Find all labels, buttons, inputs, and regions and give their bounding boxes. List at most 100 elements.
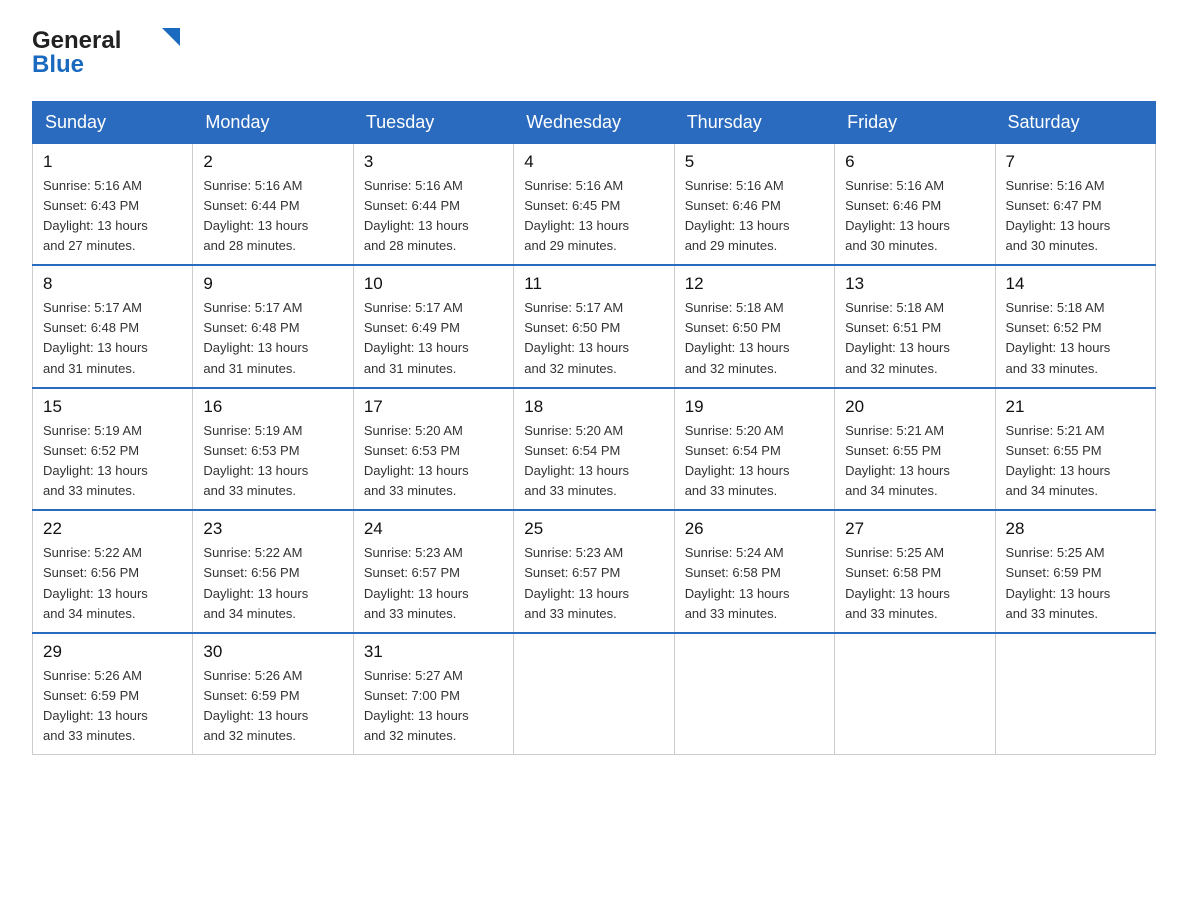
- calendar-cell: 5 Sunrise: 5:16 AMSunset: 6:46 PMDaylight…: [674, 143, 834, 265]
- day-number: 18: [524, 397, 663, 417]
- calendar-cell: 8Sunrise: 5:17 AMSunset: 6:48 PMDaylight…: [33, 265, 193, 388]
- logo: General Blue: [32, 24, 192, 81]
- day-info: Sunrise: 5:20 AMSunset: 6:53 PMDaylight:…: [364, 421, 503, 502]
- day-info: Sunrise: 5:19 AMSunset: 6:53 PMDaylight:…: [203, 421, 342, 502]
- day-info: Sunrise: 5:16 AMSunset: 6:44 PMDaylight:…: [203, 176, 342, 257]
- header-monday: Monday: [193, 101, 353, 143]
- day-info: Sunrise: 5:16 AMSunset: 6:43 PMDaylight:…: [43, 176, 182, 257]
- calendar-cell: 31 Sunrise: 5:27 AMSunset: 7:00 PMDayligh…: [353, 633, 513, 755]
- day-info: Sunrise: 5:17 AMSunset: 6:49 PMDaylight:…: [364, 298, 503, 379]
- day-info: Sunrise: 5:18 AMSunset: 6:52 PMDaylight:…: [1006, 298, 1145, 379]
- day-number: 3: [364, 152, 503, 172]
- day-info: Sunrise: 5:16 AMSunset: 6:46 PMDaylight:…: [685, 176, 824, 257]
- calendar-cell: 19 Sunrise: 5:20 AMSunset: 6:54 PMDayligh…: [674, 388, 834, 511]
- day-number: 20: [845, 397, 984, 417]
- day-number: 14: [1006, 274, 1145, 294]
- calendar-cell: 11Sunrise: 5:17 AMSunset: 6:50 PMDayligh…: [514, 265, 674, 388]
- calendar-cell: 29 Sunrise: 5:26 AMSunset: 6:59 PMDayligh…: [33, 633, 193, 755]
- header-wednesday: Wednesday: [514, 101, 674, 143]
- day-number: 12: [685, 274, 824, 294]
- calendar-cell: 3 Sunrise: 5:16 AMSunset: 6:44 PMDaylight…: [353, 143, 513, 265]
- day-info: Sunrise: 5:21 AMSunset: 6:55 PMDaylight:…: [1006, 421, 1145, 502]
- header-sunday: Sunday: [33, 101, 193, 143]
- calendar-cell: 7 Sunrise: 5:16 AMSunset: 6:47 PMDaylight…: [995, 143, 1155, 265]
- header-saturday: Saturday: [995, 101, 1155, 143]
- day-info: Sunrise: 5:25 AMSunset: 6:58 PMDaylight:…: [845, 543, 984, 624]
- calendar-cell: 15Sunrise: 5:19 AMSunset: 6:52 PMDayligh…: [33, 388, 193, 511]
- day-number: 30: [203, 642, 342, 662]
- calendar-cell: 14 Sunrise: 5:18 AMSunset: 6:52 PMDayligh…: [995, 265, 1155, 388]
- calendar-cell: 21 Sunrise: 5:21 AMSunset: 6:55 PMDayligh…: [995, 388, 1155, 511]
- day-info: Sunrise: 5:26 AMSunset: 6:59 PMDaylight:…: [203, 666, 342, 747]
- calendar-cell: [514, 633, 674, 755]
- day-number: 4: [524, 152, 663, 172]
- day-number: 16: [203, 397, 342, 417]
- day-number: 6: [845, 152, 984, 172]
- calendar-cell: 6 Sunrise: 5:16 AMSunset: 6:46 PMDaylight…: [835, 143, 995, 265]
- day-info: Sunrise: 5:22 AMSunset: 6:56 PMDaylight:…: [203, 543, 342, 624]
- day-number: 25: [524, 519, 663, 539]
- day-info: Sunrise: 5:17 AMSunset: 6:48 PMDaylight:…: [203, 298, 342, 379]
- day-number: 22: [43, 519, 182, 539]
- day-number: 2: [203, 152, 342, 172]
- calendar-cell: 1 Sunrise: 5:16 AMSunset: 6:43 PMDaylight…: [33, 143, 193, 265]
- day-number: 19: [685, 397, 824, 417]
- header-thursday: Thursday: [674, 101, 834, 143]
- calendar-cell: 20Sunrise: 5:21 AMSunset: 6:55 PMDayligh…: [835, 388, 995, 511]
- day-info: Sunrise: 5:16 AMSunset: 6:46 PMDaylight:…: [845, 176, 984, 257]
- calendar-header-row: SundayMondayTuesdayWednesdayThursdayFrid…: [33, 101, 1156, 143]
- calendar-cell: 26 Sunrise: 5:24 AMSunset: 6:58 PMDayligh…: [674, 510, 834, 633]
- calendar-cell: 27 Sunrise: 5:25 AMSunset: 6:58 PMDayligh…: [835, 510, 995, 633]
- calendar-cell: 23 Sunrise: 5:22 AMSunset: 6:56 PMDayligh…: [193, 510, 353, 633]
- day-number: 29: [43, 642, 182, 662]
- day-number: 23: [203, 519, 342, 539]
- calendar-cell: 24 Sunrise: 5:23 AMSunset: 6:57 PMDayligh…: [353, 510, 513, 633]
- day-info: Sunrise: 5:20 AMSunset: 6:54 PMDaylight:…: [524, 421, 663, 502]
- calendar-cell: 9 Sunrise: 5:17 AMSunset: 6:48 PMDaylight…: [193, 265, 353, 388]
- calendar-cell: [835, 633, 995, 755]
- day-info: Sunrise: 5:20 AMSunset: 6:54 PMDaylight:…: [685, 421, 824, 502]
- calendar-cell: 10Sunrise: 5:17 AMSunset: 6:49 PMDayligh…: [353, 265, 513, 388]
- day-info: Sunrise: 5:23 AMSunset: 6:57 PMDaylight:…: [524, 543, 663, 624]
- day-number: 11: [524, 274, 663, 294]
- day-number: 31: [364, 642, 503, 662]
- day-number: 27: [845, 519, 984, 539]
- calendar-cell: 22Sunrise: 5:22 AMSunset: 6:56 PMDayligh…: [33, 510, 193, 633]
- logo-wordmark: General Blue: [32, 24, 192, 81]
- calendar-cell: 13 Sunrise: 5:18 AMSunset: 6:51 PMDayligh…: [835, 265, 995, 388]
- day-info: Sunrise: 5:23 AMSunset: 6:57 PMDaylight:…: [364, 543, 503, 624]
- day-number: 24: [364, 519, 503, 539]
- day-info: Sunrise: 5:16 AMSunset: 6:45 PMDaylight:…: [524, 176, 663, 257]
- calendar-cell: 30 Sunrise: 5:26 AMSunset: 6:59 PMDayligh…: [193, 633, 353, 755]
- day-number: 9: [203, 274, 342, 294]
- calendar-cell: [674, 633, 834, 755]
- day-info: Sunrise: 5:24 AMSunset: 6:58 PMDaylight:…: [685, 543, 824, 624]
- calendar-cell: 16 Sunrise: 5:19 AMSunset: 6:53 PMDayligh…: [193, 388, 353, 511]
- day-info: Sunrise: 5:16 AMSunset: 6:44 PMDaylight:…: [364, 176, 503, 257]
- week-row-1: 8Sunrise: 5:17 AMSunset: 6:48 PMDaylight…: [33, 265, 1156, 388]
- calendar-cell: 25 Sunrise: 5:23 AMSunset: 6:57 PMDayligh…: [514, 510, 674, 633]
- day-info: Sunrise: 5:17 AMSunset: 6:48 PMDaylight:…: [43, 298, 182, 379]
- calendar-cell: 18 Sunrise: 5:20 AMSunset: 6:54 PMDayligh…: [514, 388, 674, 511]
- day-number: 17: [364, 397, 503, 417]
- day-number: 1: [43, 152, 182, 172]
- day-info: Sunrise: 5:18 AMSunset: 6:51 PMDaylight:…: [845, 298, 984, 379]
- day-info: Sunrise: 5:25 AMSunset: 6:59 PMDaylight:…: [1006, 543, 1145, 624]
- calendar-cell: 4 Sunrise: 5:16 AMSunset: 6:45 PMDaylight…: [514, 143, 674, 265]
- day-number: 5: [685, 152, 824, 172]
- day-number: 13: [845, 274, 984, 294]
- day-number: 26: [685, 519, 824, 539]
- calendar-cell: 28Sunrise: 5:25 AMSunset: 6:59 PMDayligh…: [995, 510, 1155, 633]
- day-info: Sunrise: 5:16 AMSunset: 6:47 PMDaylight:…: [1006, 176, 1145, 257]
- week-row-3: 22 Sunrise: 5:22 AMSunset: 6:56 PMDayligh…: [33, 510, 1156, 633]
- day-number: 7: [1006, 152, 1145, 172]
- day-number: 15: [43, 397, 182, 417]
- day-number: 21: [1006, 397, 1145, 417]
- calendar-table: SundayMondayTuesdayWednesdayThursdayFrid…: [32, 101, 1156, 756]
- day-info: Sunrise: 5:26 AMSunset: 6:59 PMDaylight:…: [43, 666, 182, 747]
- calendar-cell: 17 Sunrise: 5:20 AMSunset: 6:53 PMDayligh…: [353, 388, 513, 511]
- week-row-0: 1 Sunrise: 5:16 AMSunset: 6:43 PMDaylight…: [33, 143, 1156, 265]
- day-info: Sunrise: 5:27 AMSunset: 7:00 PMDaylight:…: [364, 666, 503, 747]
- day-info: Sunrise: 5:18 AMSunset: 6:50 PMDaylight:…: [685, 298, 824, 379]
- week-row-2: 15Sunrise: 5:19 AMSunset: 6:52 PMDayligh…: [33, 388, 1156, 511]
